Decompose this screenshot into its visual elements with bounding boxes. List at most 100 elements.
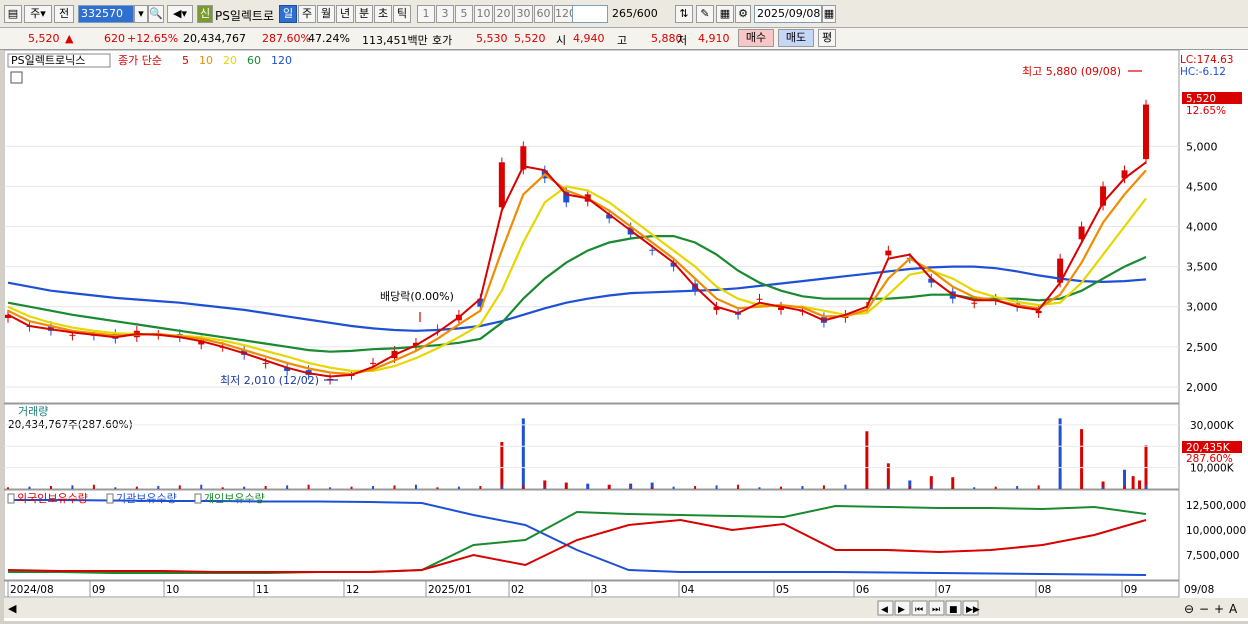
tool-3[interactable]: A bbox=[1229, 602, 1238, 616]
volume-base-42 bbox=[908, 486, 911, 489]
nav-button-label-1: ▶ bbox=[898, 605, 905, 615]
minute-tab-60[interactable]: 60 bbox=[534, 5, 553, 23]
nav-button-label-5: ▶▶ bbox=[966, 605, 980, 615]
volume-base-0 bbox=[7, 487, 9, 489]
price-chart-svg[interactable]: 5,000 4,500 4,000 3,500 3,000 2,500 2,000 2024… bbox=[3, 49, 1248, 621]
volume-base-26 bbox=[565, 486, 568, 489]
minute-tab-1[interactable]: 1 bbox=[417, 5, 435, 23]
minute-tab-3[interactable]: 3 bbox=[436, 5, 454, 23]
volume-base-5 bbox=[114, 487, 117, 489]
period-tab-4[interactable]: 분 bbox=[355, 5, 373, 23]
legend-prefix: 종가 단순 bbox=[118, 54, 162, 67]
code-dropdown-icon[interactable]: ▾ bbox=[134, 5, 148, 23]
scroll-left-icon[interactable]: ◀ bbox=[8, 602, 17, 615]
buy-button[interactable]: 매수 bbox=[738, 29, 774, 47]
holdings-legend-1: 기관보유수량 bbox=[116, 492, 177, 505]
candle-body-45 bbox=[971, 302, 978, 304]
tool-2[interactable]: + bbox=[1214, 602, 1224, 616]
volume-base-21 bbox=[457, 486, 460, 489]
calendar-icon[interactable]: ▦ bbox=[822, 5, 836, 23]
ratio-value: 47.24% bbox=[308, 32, 350, 45]
type-select[interactable]: 주▾ bbox=[24, 5, 52, 23]
chart-menu-icon[interactable]: ▤ bbox=[4, 5, 22, 23]
speaker-icon[interactable]: ◀▾ bbox=[167, 5, 193, 23]
x-right-label: 09/08 bbox=[1184, 584, 1214, 596]
gear-icon[interactable]: ⚙ bbox=[735, 5, 751, 23]
volume-base-36 bbox=[779, 486, 782, 489]
credit-badge: 신 bbox=[197, 5, 213, 23]
tool-1[interactable]: − bbox=[1199, 602, 1209, 616]
amount-value: 113,451백만 bbox=[362, 34, 428, 47]
tool-0[interactable]: ⊖ bbox=[1184, 602, 1194, 616]
chart-window: ▤ 주▾ 전 332570 ▾ 🔍 ◀▾ 신 PS일렉트로 일주월년분초틱 13… bbox=[0, 0, 1248, 621]
nav-button-label-4: ■ bbox=[949, 605, 958, 615]
legend-ma-60: 60 bbox=[247, 54, 261, 67]
scrollbar-area[interactable] bbox=[4, 598, 1248, 618]
x-tick-7: 03 bbox=[594, 584, 607, 596]
period-tab-1[interactable]: 주 bbox=[298, 5, 316, 23]
holdings-tick-0: 12,500,000 bbox=[1186, 500, 1246, 512]
sell-button[interactable]: 매도 bbox=[778, 29, 814, 47]
volume-base-20 bbox=[436, 487, 439, 489]
period-tab-3[interactable]: 년 bbox=[336, 5, 354, 23]
chart-area[interactable]: 5,000 4,500 4,000 3,500 3,000 2,500 2,000 2024… bbox=[3, 49, 1248, 621]
search-icon[interactable]: 🔍 bbox=[148, 5, 164, 23]
volume-base-48 bbox=[1037, 485, 1040, 489]
volume-base-32 bbox=[694, 486, 697, 489]
holdings-legend: 외국인보유수량 기관보유수량 개인보유수량 bbox=[7, 492, 265, 505]
volume-bar-1 bbox=[521, 418, 525, 489]
holdings-legend-box-1[interactable] bbox=[106, 493, 114, 504]
period-tab-5[interactable]: 초 bbox=[374, 5, 392, 23]
indicator-icon[interactable]: ⇅ bbox=[675, 5, 693, 23]
bar-count-display[interactable]: 265/600 bbox=[612, 7, 658, 20]
date-input[interactable]: 2025/09/08 bbox=[754, 5, 822, 23]
period-tab-0[interactable]: 일 bbox=[279, 5, 297, 23]
volume-base-35 bbox=[758, 487, 761, 489]
table-icon[interactable] bbox=[10, 71, 23, 84]
candle-body-53 bbox=[1143, 104, 1149, 160]
holdings-legend-box-2[interactable] bbox=[194, 493, 202, 504]
bar-total: /600 bbox=[633, 7, 658, 20]
change-value: 620 bbox=[104, 32, 125, 45]
volume-base-16 bbox=[350, 486, 353, 489]
legend-ma-5: 5 bbox=[182, 54, 189, 67]
volume-base-7 bbox=[157, 486, 160, 489]
volume-base-38 bbox=[822, 485, 825, 489]
eval-button[interactable]: 평 bbox=[818, 29, 836, 47]
draw-icon[interactable]: ✎ bbox=[696, 5, 714, 23]
period-tab-6[interactable]: 틱 bbox=[393, 5, 411, 23]
minute-tab-30[interactable]: 30 bbox=[514, 5, 533, 23]
minute-tab-10[interactable]: 10 bbox=[474, 5, 493, 23]
stock-code-input[interactable]: 332570 bbox=[78, 5, 134, 23]
volume-base-29 bbox=[629, 484, 632, 489]
holdings-legend-0: 외국인보유수량 bbox=[17, 492, 88, 505]
volume-bar-0 bbox=[500, 441, 504, 489]
bar-count: 265 bbox=[612, 7, 633, 20]
holdings-legend-box-0[interactable] bbox=[7, 493, 15, 504]
volume-base-53 bbox=[1145, 485, 1147, 489]
layout-icon[interactable]: ▦ bbox=[716, 5, 734, 23]
y-tick-6: 2,000 bbox=[1186, 381, 1218, 394]
minute-tab-5[interactable]: 5 bbox=[455, 5, 473, 23]
minute-tab-20[interactable]: 20 bbox=[494, 5, 513, 23]
volume-base-45 bbox=[973, 487, 976, 489]
hoga-label: 호가 bbox=[432, 34, 453, 47]
volume-base-15 bbox=[329, 487, 332, 489]
candle-body-3 bbox=[69, 334, 76, 336]
high-annotation: 최고 5,880 (09/08) bbox=[1022, 65, 1121, 78]
volume-base-2 bbox=[49, 486, 52, 489]
extra-select[interactable] bbox=[572, 5, 608, 23]
volume-base-51 bbox=[1102, 486, 1105, 489]
y-tick-5: 2,500 bbox=[1186, 341, 1218, 354]
volume-base-30 bbox=[651, 487, 654, 489]
holdings-tick-1: 10,000,000 bbox=[1186, 525, 1246, 537]
volume-base-22 bbox=[479, 486, 482, 489]
prev-button[interactable]: 전 bbox=[54, 5, 74, 23]
volume-base-6 bbox=[135, 486, 138, 489]
volume-base-4 bbox=[92, 484, 95, 489]
volume-base-40 bbox=[865, 487, 868, 489]
volume-bar-18 bbox=[1138, 480, 1142, 489]
volume-base-41 bbox=[887, 486, 890, 489]
volume-pct: 287.60% bbox=[262, 32, 311, 45]
period-tab-2[interactable]: 월 bbox=[317, 5, 335, 23]
